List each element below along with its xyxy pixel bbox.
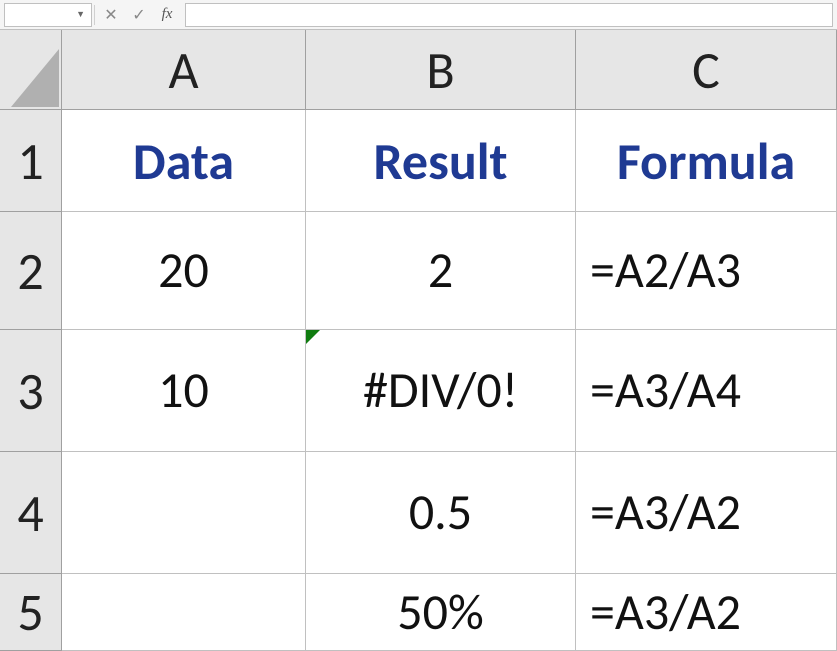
cell-C4[interactable]: =A3/A2 <box>576 452 837 574</box>
spreadsheet-grid: A B C 1 Data Result Formula 2 20 2 =A2/A… <box>0 30 837 651</box>
col-head-A[interactable]: A <box>62 30 306 110</box>
cancel-icon: ✕ <box>97 3 125 27</box>
select-all-corner[interactable] <box>0 30 62 110</box>
fx-icon[interactable]: fx <box>153 3 181 27</box>
cell-C5[interactable]: =A3/A2 <box>576 574 837 651</box>
cell-B1[interactable]: Result <box>306 110 576 212</box>
cell-B5[interactable]: 50% <box>306 574 576 651</box>
row-head-4[interactable]: 4 <box>0 452 62 574</box>
name-box[interactable]: ▼ <box>4 3 92 27</box>
cell-C1[interactable]: Formula <box>576 110 837 212</box>
row-head-2[interactable]: 2 <box>0 212 62 330</box>
cell-B2[interactable]: 2 <box>306 212 576 330</box>
cell-A1[interactable]: Data <box>62 110 306 212</box>
cell-A2[interactable]: 20 <box>62 212 306 330</box>
row-head-1[interactable]: 1 <box>0 110 62 212</box>
cell-B4[interactable]: 0.5 <box>306 452 576 574</box>
cell-C3[interactable]: =A3/A4 <box>576 330 837 452</box>
accept-icon: ✓ <box>125 3 153 27</box>
row-head-5[interactable]: 5 <box>0 574 62 651</box>
row-head-3[interactable]: 3 <box>0 330 62 452</box>
cell-A5[interactable] <box>62 574 306 651</box>
cell-A4[interactable] <box>62 452 306 574</box>
formula-bar: ▼ ✕ ✓ fx <box>0 0 837 30</box>
chevron-down-icon[interactable]: ▼ <box>76 9 85 20</box>
col-head-C[interactable]: C <box>576 30 837 110</box>
cell-C2[interactable]: =A2/A3 <box>576 212 837 330</box>
col-head-B[interactable]: B <box>306 30 576 110</box>
cell-A3[interactable]: 10 <box>62 330 306 452</box>
cell-B3[interactable]: #DIV/0! <box>306 330 576 452</box>
formula-input[interactable] <box>185 3 833 27</box>
divider <box>94 5 95 25</box>
